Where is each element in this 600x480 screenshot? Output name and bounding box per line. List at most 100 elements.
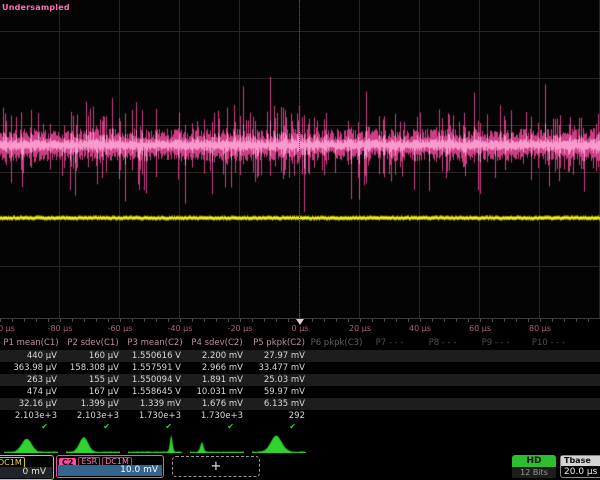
waveform-grid: Undersampled (0, 0, 600, 318)
param-header-p9[interactable]: P9 - - - (469, 337, 522, 350)
table-cell (416, 410, 469, 422)
table-cell (416, 386, 469, 398)
x-axis-label: 60 µs (469, 324, 491, 333)
oscilloscope-screen: Undersampled -100 µs -80 µs -60 µs -40 µ… (0, 0, 600, 480)
x-axis-label: -60 µs (108, 324, 133, 333)
param-header-p1[interactable]: P1 mean(C1) (0, 337, 62, 350)
table-cell (522, 398, 575, 410)
status-check-icon: ✔ (0, 422, 62, 432)
histicon-p4 (190, 432, 244, 453)
table-cell: 167 µV (62, 386, 124, 398)
trigger-position-line (299, 0, 300, 318)
table-cell: 27.97 mV (248, 350, 310, 362)
num-row: 2.103e+3 2.103e+3 1.730e+3 1.730e+3 292 (0, 410, 600, 422)
param-header-p3[interactable]: P3 mean(C2) (124, 337, 186, 350)
x-axis-label: -100 µs (0, 324, 15, 333)
x-axis-label: 80 µs (529, 324, 551, 333)
table-cell (363, 410, 416, 422)
histicon-row (0, 432, 600, 453)
min-row: 263 µV 155 µV 1.550094 V 1.891 mV 25.03 … (0, 374, 600, 386)
status-check-icon: ✔ (62, 422, 124, 432)
tbase-value: 20.0 µs (561, 466, 600, 477)
table-cell: 1.550094 V (124, 374, 186, 386)
table-cell (469, 374, 522, 386)
table-cell: 158.308 µV (62, 362, 124, 374)
trace-canvas (0, 0, 600, 318)
param-header-p7[interactable]: P7 - - - (363, 337, 416, 350)
table-cell: 292 (248, 410, 310, 422)
param-header-p4[interactable]: P4 sdev(C2) (186, 337, 248, 350)
table-cell (310, 374, 363, 386)
sdev-row: 32.16 µV 1.399 µV 1.339 mV 1.676 mV 6.13… (0, 398, 600, 410)
tbase-label: Tbase (561, 456, 600, 466)
table-cell: 1.399 µV (62, 398, 124, 410)
c2-volts-div-value[interactable]: 10.0 mV (58, 465, 162, 476)
channel-c2-descriptor[interactable]: C2 ESR DC1M 10.0 mV (56, 455, 164, 478)
table-cell: 2.103e+3 (62, 410, 124, 422)
table-cell (416, 422, 469, 432)
table-cell (363, 422, 416, 432)
table-cell: 25.03 mV (248, 374, 310, 386)
table-cell: 363.98 µV (0, 362, 62, 374)
timebase-descriptor[interactable]: Tbase 20.0 µs (560, 455, 600, 478)
status-check-icon: ✔ (186, 422, 248, 432)
descriptor-bar: DC1M 0 mV C2 ESR DC1M 10.0 mV + HD 12 Bi… (0, 454, 600, 480)
acquisition-mode-box[interactable]: HD 12 Bits (512, 455, 556, 479)
table-cell (522, 350, 575, 362)
table-cell (416, 350, 469, 362)
table-cell (469, 386, 522, 398)
trigger-marker-icon[interactable] (296, 319, 304, 325)
table-cell (310, 422, 363, 432)
param-header-p8[interactable]: P8 - - - (416, 337, 469, 350)
table-cell: 2.200 mV (186, 350, 248, 362)
param-header-row: P1 mean(C1) P2 sdev(C1) P3 mean(C2) P4 s… (0, 337, 600, 350)
x-axis-label: -20 µs (228, 324, 253, 333)
table-cell: 1.550616 V (124, 350, 186, 362)
param-header-p10[interactable]: P10 - - - (522, 337, 575, 350)
table-cell: 440 µV (0, 350, 62, 362)
x-axis-label: -80 µs (48, 324, 73, 333)
status-check-icon: ✔ (248, 422, 310, 432)
table-cell: 1.557591 V (124, 362, 186, 374)
table-cell: 33.477 mV (248, 362, 310, 374)
table-cell (522, 386, 575, 398)
table-cell (522, 362, 575, 374)
table-cell (363, 362, 416, 374)
table-cell (416, 374, 469, 386)
table-cell (469, 422, 522, 432)
channel-c1-descriptor[interactable]: DC1M 0 mV (0, 455, 54, 480)
status-check-icon: ✔ (124, 422, 186, 432)
table-cell (416, 398, 469, 410)
table-cell: 2.966 mV (186, 362, 248, 374)
table-cell: 1.730e+3 (124, 410, 186, 422)
table-cell: 1.676 mV (186, 398, 248, 410)
max-row: 474 µV 167 µV 1.558645 V 10.031 mV 59.97… (0, 386, 600, 398)
table-cell (310, 350, 363, 362)
c1-volts-div-value: 0 mV (0, 467, 52, 478)
table-cell (310, 386, 363, 398)
table-cell (363, 350, 416, 362)
table-cell (469, 410, 522, 422)
table-cell: 1.558645 V (124, 386, 186, 398)
undersampled-warning: Undersampled (2, 3, 70, 12)
table-cell (522, 410, 575, 422)
histicon-p1 (4, 432, 58, 453)
param-header-p6[interactable]: P6 pkpk(C3) (310, 337, 363, 350)
table-cell (416, 362, 469, 374)
param-header-p2[interactable]: P2 sdev(C1) (62, 337, 124, 350)
table-cell: 1.730e+3 (186, 410, 248, 422)
x-axis-label: 0 µs (292, 324, 309, 333)
x-axis-label: -40 µs (168, 324, 193, 333)
x-axis-label: 40 µs (409, 324, 431, 333)
table-cell (469, 398, 522, 410)
table-cell (469, 350, 522, 362)
histicon-p2 (66, 432, 120, 453)
table-cell (363, 386, 416, 398)
table-cell (310, 398, 363, 410)
add-trace-button[interactable]: + (172, 456, 260, 477)
mean-row: 363.98 µV 158.308 µV 1.557591 V 2.966 mV… (0, 362, 600, 374)
param-header-p5[interactable]: P5 pkpk(C2) (248, 337, 310, 350)
table-cell (310, 362, 363, 374)
table-cell: 1.339 mV (124, 398, 186, 410)
table-cell (363, 374, 416, 386)
